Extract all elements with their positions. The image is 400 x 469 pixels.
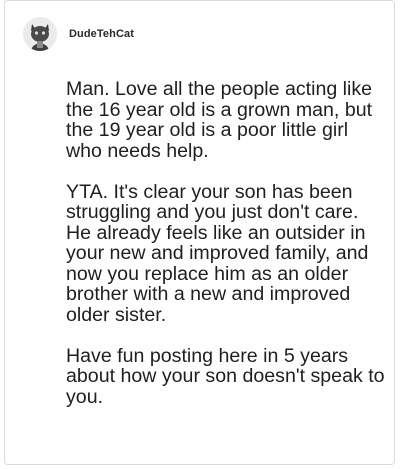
comment-paragraph: Man. Love all the people acting like the… [66,78,373,162]
comment-header: DudeTehCat [23,17,134,51]
comment-paragraph: Have fun posting here in 5 years about h… [66,344,385,408]
cat-avatar-icon [23,17,57,51]
username[interactable]: DudeTehCat [69,28,134,40]
avatar[interactable] [23,17,57,51]
comment-card: DudeTehCat Man. Love all the people acti… [4,0,395,465]
comment-body: Man. Love all the people acting like the… [66,79,386,407]
comment-paragraph: YTA. It's clear your son has been strugg… [66,180,369,326]
